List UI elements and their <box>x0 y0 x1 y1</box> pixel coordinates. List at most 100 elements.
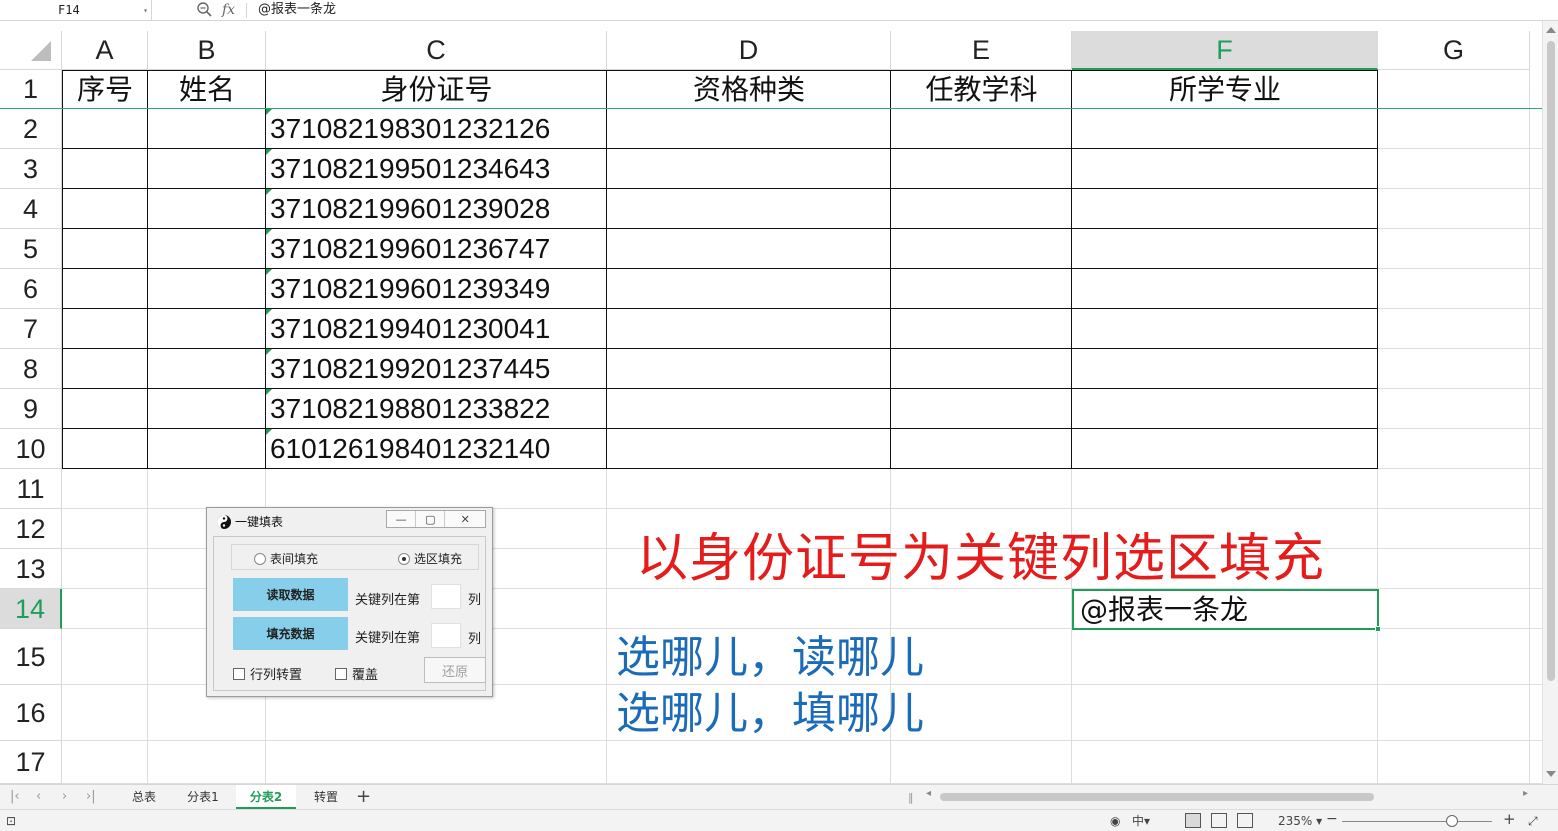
fill-handle[interactable] <box>1375 626 1381 632</box>
vertical-scrollbar[interactable] <box>1542 21 1558 784</box>
column-header-d[interactable]: D <box>607 31 891 70</box>
row-header-5[interactable]: 5 <box>0 229 62 269</box>
radio-selection-fill[interactable]: 选区填充 <box>398 550 462 567</box>
row-header-16[interactable]: 16 <box>0 685 62 741</box>
zoom-out-icon[interactable]: − <box>1326 810 1338 828</box>
formula-bar-divider <box>246 3 247 18</box>
yin-yang-icon <box>217 515 231 529</box>
radio-icon[interactable] <box>254 552 266 565</box>
last-sheet-icon[interactable]: ›| <box>86 789 96 804</box>
vertical-scroll-thumb[interactable] <box>1547 41 1555 681</box>
name-box[interactable]: F14 ▾ <box>0 0 152 21</box>
row-header-4[interactable]: 4 <box>0 189 62 229</box>
next-sheet-icon[interactable]: › <box>62 789 67 804</box>
radio-checked-icon[interactable] <box>398 552 410 565</box>
scroll-left-icon[interactable]: ◂ <box>926 788 931 799</box>
fill-data-button[interactable]: 填充数据 <box>233 617 348 650</box>
tab-splitter-handle[interactable]: ‖ <box>908 791 914 804</box>
column-header-a[interactable]: A <box>62 31 148 70</box>
id-number-cell[interactable]: 371082199601239028 <box>266 189 607 229</box>
read-key-col-input[interactable] <box>431 584 461 609</box>
header-cell: 序号 <box>76 74 133 105</box>
select-all-corner[interactable] <box>0 31 62 70</box>
first-sheet-icon[interactable]: |‹ <box>10 789 20 804</box>
checkbox-icon[interactable] <box>335 667 347 680</box>
id-number-cell[interactable]: 371082199601236747 <box>266 229 607 269</box>
fill-col-unit: 列 <box>468 632 482 647</box>
sheet-tab-bar: |‹ ‹ › ›| 总表 分表1 分表2 转置 + ‖ ◂ ▸ <box>0 784 1558 809</box>
row-header-14[interactable]: 14 <box>0 589 62 629</box>
id-number-cell[interactable]: 371082199401230041 <box>266 309 607 349</box>
table-border-h <box>62 308 1378 309</box>
row-header-7[interactable]: 7 <box>0 309 62 349</box>
id-number-cell[interactable]: 371082199601239349 <box>266 269 607 309</box>
table-border-h <box>62 268 1378 269</box>
column-header-e[interactable]: E <box>891 31 1072 70</box>
transpose-label: 行列转置 <box>250 668 303 683</box>
zoom-search-icon[interactable] <box>196 1 214 19</box>
id-number-cell[interactable]: 371082198301232126 <box>266 109 607 149</box>
id-number-cell[interactable]: 371082198801233822 <box>266 389 607 429</box>
selected-cell-f14[interactable]: @报表一条龙 <box>1072 589 1381 632</box>
ime-indicator[interactable]: 中▾ <box>1132 812 1150 830</box>
column-header-f[interactable]: F <box>1072 31 1378 70</box>
row-header-15[interactable]: 15 <box>0 629 62 685</box>
dialog-title-bar[interactable]: 一键填表 — ▢ ✕ <box>207 508 492 534</box>
row-header-12[interactable]: 12 <box>0 509 62 549</box>
id-number-cell[interactable]: 610126198401232140 <box>266 429 607 469</box>
macro-record-icon[interactable]: ⊡ <box>6 812 16 830</box>
restore-button[interactable]: 还原 <box>424 657 486 683</box>
sheet-tab-sub2[interactable]: 分表2 <box>236 785 296 809</box>
scroll-right-icon[interactable]: ▸ <box>1523 788 1528 799</box>
horizontal-scroll-thumb[interactable] <box>940 793 1374 801</box>
eye-protection-icon[interactable]: ◉ <box>1110 812 1120 830</box>
table-border-h <box>62 348 1378 349</box>
read-data-button[interactable]: 读取数据 <box>233 578 348 611</box>
radio-sheet-fill[interactable]: 表间填充 <box>254 550 318 567</box>
sheet-tab-total[interactable]: 总表 <box>118 785 170 809</box>
sheet-tab-sub1[interactable]: 分表1 <box>174 785 232 809</box>
title-annotation: 以身份证号为关键列选区填充 <box>636 529 1326 589</box>
row-header-8[interactable]: 8 <box>0 349 62 389</box>
normal-view-icon[interactable] <box>1185 813 1201 828</box>
maximize-icon[interactable]: ▢ <box>416 511 446 527</box>
column-header-b[interactable]: B <box>148 31 266 70</box>
row-header-17[interactable]: 17 <box>0 741 62 784</box>
row-header-6[interactable]: 6 <box>0 269 62 309</box>
scroll-up-icon[interactable] <box>1546 27 1556 33</box>
checkbox-icon[interactable] <box>233 667 245 680</box>
chevron-down-icon[interactable]: ▾ <box>143 0 148 21</box>
overwrite-checkbox[interactable]: 覆盖 <box>335 664 378 683</box>
zoom-slider-handle[interactable] <box>1446 815 1458 827</box>
column-header-g[interactable]: G <box>1378 31 1530 70</box>
row-header-3[interactable]: 3 <box>0 149 62 189</box>
id-number-cell[interactable]: 371082199201237445 <box>266 349 607 389</box>
transpose-checkbox[interactable]: 行列转置 <box>233 664 302 683</box>
row-header-1[interactable]: 1 <box>0 70 62 109</box>
page-layout-view-icon[interactable] <box>1211 813 1227 828</box>
row-header-11[interactable]: 11 <box>0 469 62 509</box>
row-header-10[interactable]: 10 <box>0 429 62 469</box>
scroll-down-icon[interactable] <box>1546 771 1556 777</box>
id-number-value: 371082199401230041 <box>270 313 551 344</box>
sheet-tab-transpose[interactable]: 转置 <box>300 785 352 809</box>
fill-key-col-input[interactable] <box>431 623 461 648</box>
column-header-c[interactable]: C <box>266 31 607 70</box>
minimize-icon[interactable]: — <box>387 511 417 527</box>
function-icon[interactable]: fx <box>222 0 235 20</box>
zoom-slider[interactable] <box>1342 821 1492 822</box>
id-number-cell[interactable]: 371082199501234643 <box>266 149 607 189</box>
zoom-in-icon[interactable]: + <box>1503 810 1516 828</box>
horizontal-scrollbar[interactable]: ◂ ▸ <box>924 788 1530 803</box>
row-header-9[interactable]: 9 <box>0 389 62 429</box>
add-sheet-icon[interactable]: + <box>356 785 371 808</box>
fullscreen-icon[interactable]: ⤢ <box>1528 812 1538 830</box>
row-header-2[interactable]: 2 <box>0 109 62 149</box>
formula-input[interactable]: @报表一条龙 <box>258 0 336 20</box>
page-break-view-icon[interactable] <box>1237 813 1253 828</box>
row-header-13[interactable]: 13 <box>0 549 62 589</box>
zoom-level[interactable]: 235% ▾ <box>1278 812 1322 830</box>
select-all-icon[interactable] <box>31 41 51 61</box>
close-icon[interactable]: ✕ <box>445 511 485 527</box>
prev-sheet-icon[interactable]: ‹ <box>36 789 41 804</box>
